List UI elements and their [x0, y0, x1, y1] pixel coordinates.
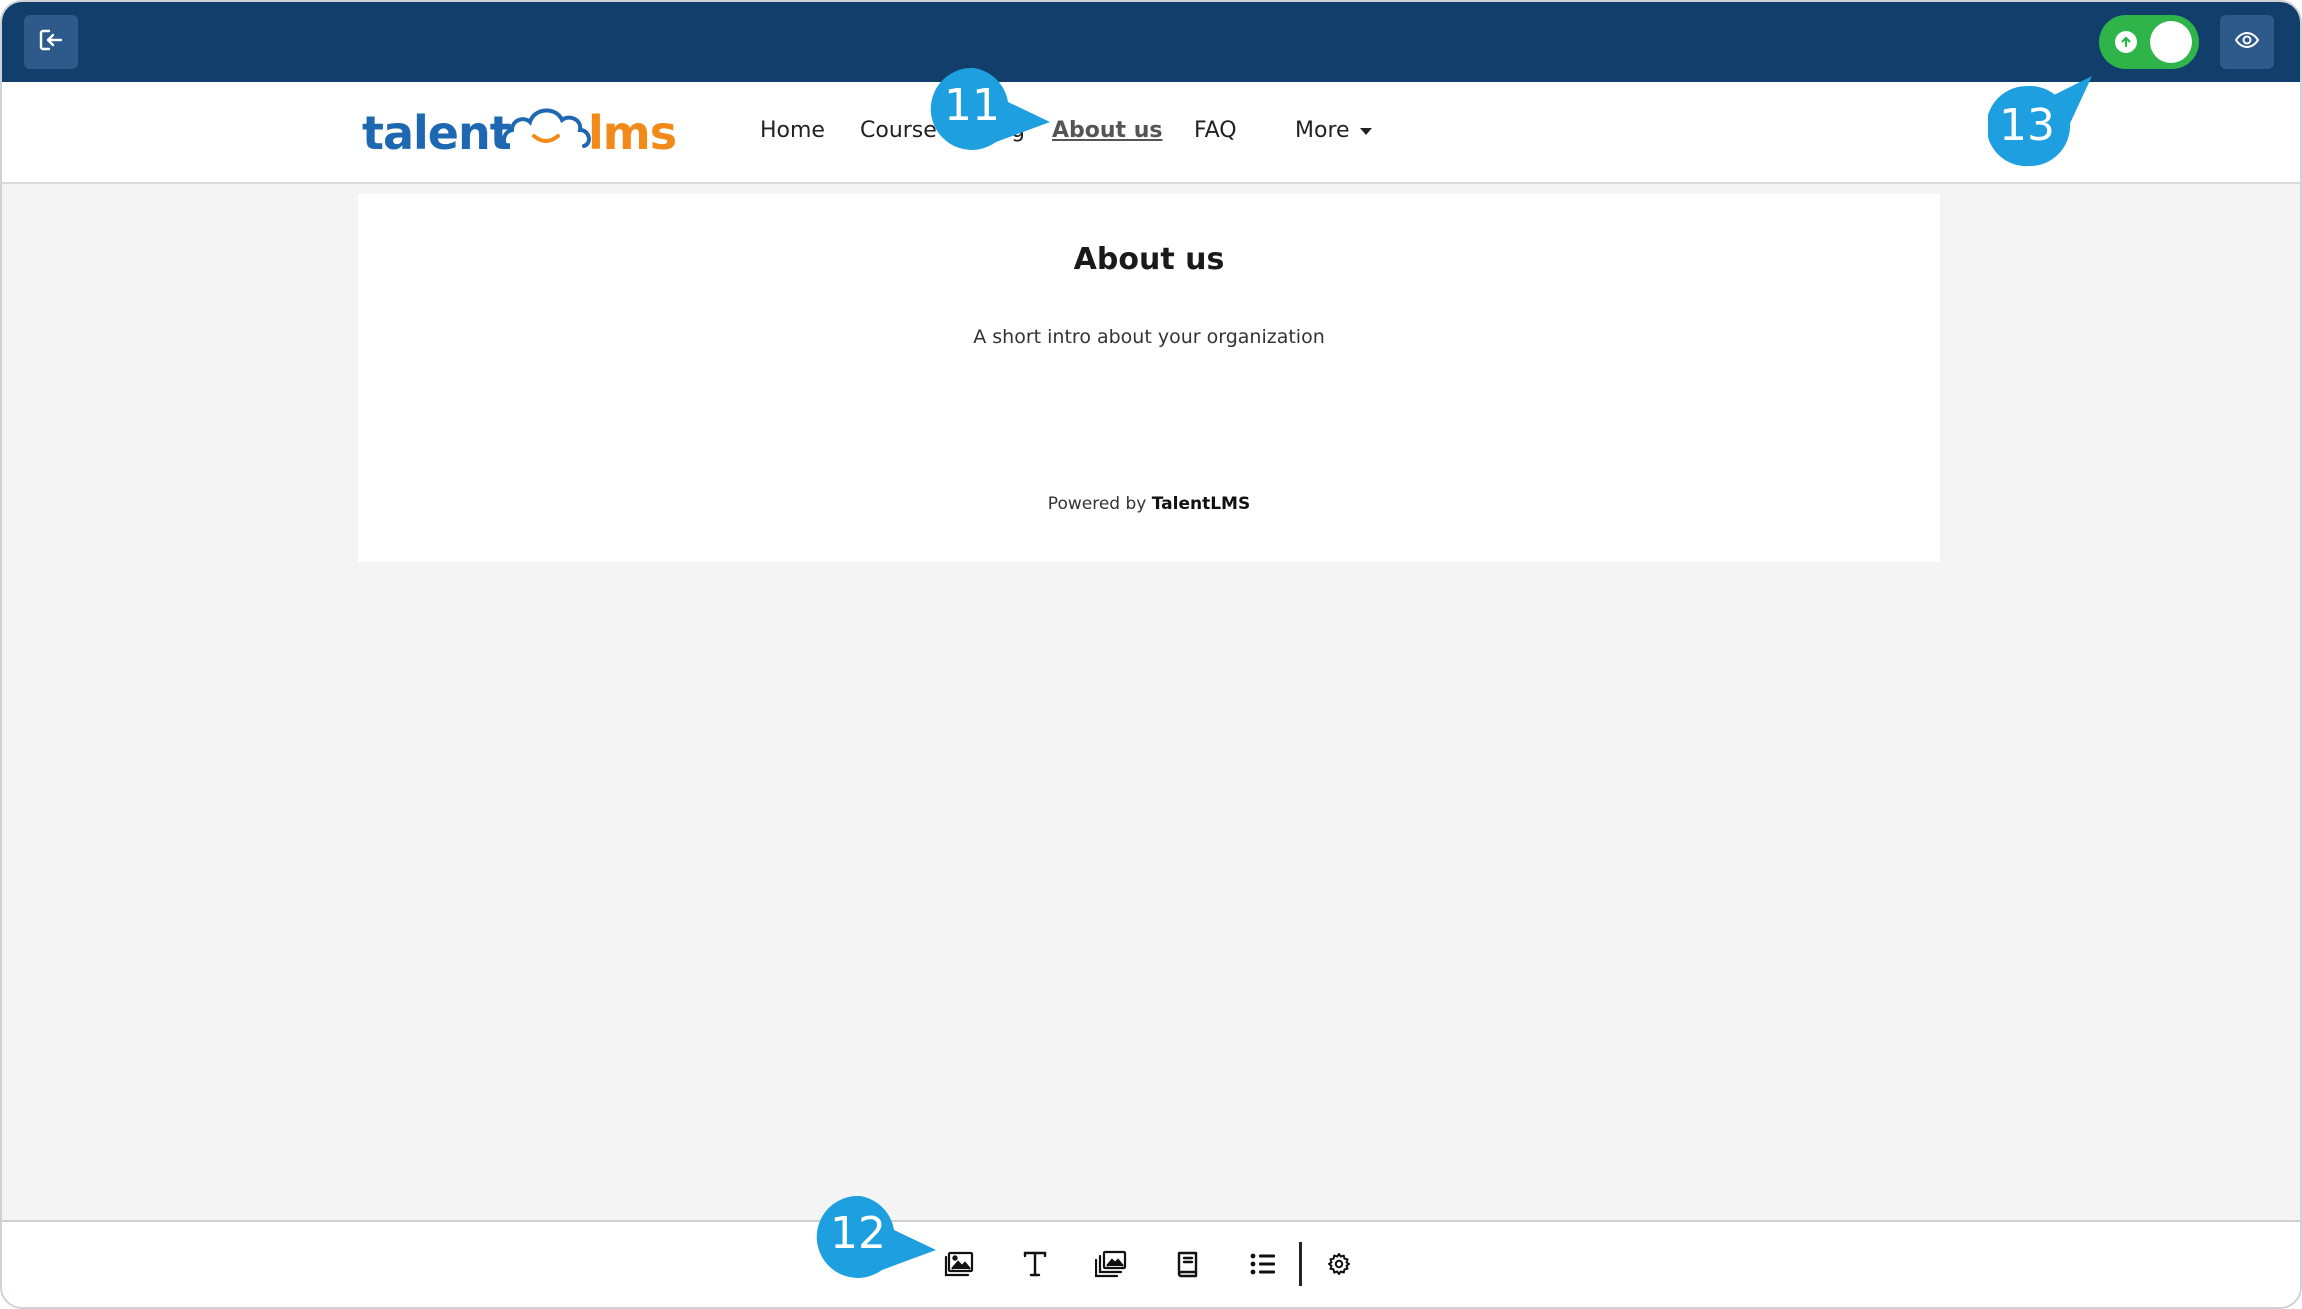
add-gallery-button[interactable]: [1091, 1246, 1131, 1286]
callout-11: 11: [930, 66, 1080, 160]
logo-text-lms: lms: [588, 106, 677, 160]
caret-down-icon: [1359, 127, 1372, 135]
toolbar-divider: [1299, 1242, 1302, 1286]
admin-top-bar: [2, 2, 2300, 82]
callout-11-number: 11: [944, 80, 1000, 131]
publish-toggle[interactable]: [2099, 15, 2199, 69]
preview-button[interactable]: [2220, 15, 2274, 69]
list-icon: [1250, 1252, 1276, 1280]
settings-button[interactable]: [1319, 1246, 1359, 1286]
callout-13: 13: [1986, 66, 2098, 180]
editor-toolbar: [2, 1220, 2300, 1307]
nav-more[interactable]: More: [1295, 118, 1372, 143]
callout-12-number: 12: [830, 1208, 886, 1259]
powered-by-footer: Powered by TalentLMS: [358, 494, 1940, 514]
nav-home[interactable]: Home: [760, 118, 825, 143]
upload-icon: [2115, 31, 2137, 53]
nav-more-label: More: [1295, 118, 1350, 143]
nav-faq[interactable]: FAQ: [1194, 118, 1237, 143]
logo-text-talent: talent: [362, 106, 512, 160]
page-intro-text: A short intro about your organization: [973, 326, 1325, 348]
page-content-card: About us A short intro about your organi…: [358, 194, 1940, 562]
site-header: talent lms Home Course catalog About us …: [2, 82, 2300, 184]
callout-12: 12: [816, 1194, 966, 1288]
exit-editor-button[interactable]: [24, 15, 78, 69]
gallery-icon: [1094, 1250, 1127, 1282]
toggle-knob: [2150, 21, 2192, 63]
callout-13-number: 13: [1999, 100, 2055, 151]
logo-cloud-icon: [501, 108, 591, 148]
page-title: About us: [1073, 242, 1225, 277]
add-courses-button[interactable]: [1167, 1246, 1207, 1286]
app-window: talent lms Home Course catalog About us …: [0, 0, 2302, 1309]
powered-by-prefix: Powered by: [1047, 494, 1147, 514]
settings-icon: [1327, 1252, 1351, 1280]
eye-icon: [2234, 27, 2260, 57]
book-icon: [1175, 1250, 1199, 1282]
powered-by-brand: TalentLMS: [1151, 494, 1251, 514]
exit-icon: [37, 26, 65, 58]
add-list-button[interactable]: [1243, 1246, 1283, 1286]
add-text-button[interactable]: [1015, 1246, 1055, 1286]
text-icon: [1022, 1251, 1048, 1281]
